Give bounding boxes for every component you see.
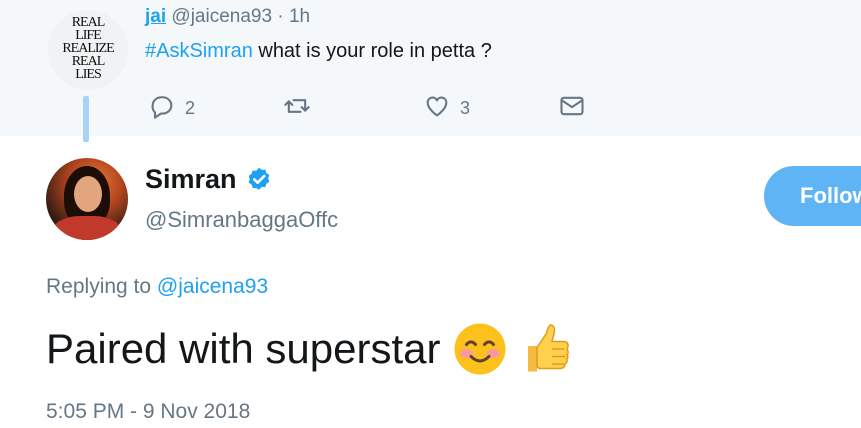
like-count: 3 xyxy=(460,97,471,118)
parent-avatar[interactable]: REAL LIFE REALIZE REAL LIES xyxy=(48,10,128,90)
tweet-timestamp[interactable]: 5:05 PM - 9 Nov 2018 xyxy=(46,400,250,424)
parent-author-handle[interactable]: @jaicena93 xyxy=(171,6,272,27)
thread-connector-line xyxy=(83,96,89,142)
heart-icon xyxy=(426,96,448,117)
header-separator: · xyxy=(277,6,284,27)
parent-tweet[interactable]: REAL LIFE REALIZE REAL LIES jai @jaicena… xyxy=(0,0,861,136)
replying-prefix: Replying to xyxy=(46,275,157,298)
replying-to: Replying to @jaicena93 xyxy=(46,275,268,299)
main-author-name-row: Simran xyxy=(145,164,273,195)
hashtag-link[interactable]: #AskSimran xyxy=(145,40,253,62)
envelope-icon xyxy=(560,96,584,116)
main-tweet-text: Paired with superstar xyxy=(46,322,573,376)
avatar-text-line: REAL xyxy=(71,15,106,30)
follow-button[interactable]: Follow xyxy=(764,166,861,226)
thumbs-up-emoji xyxy=(527,324,569,372)
main-tweet-body: Paired with superstar xyxy=(46,325,441,372)
avatar-face xyxy=(74,176,102,212)
main-author-name[interactable]: Simran xyxy=(145,164,237,195)
like-button[interactable]: 3 xyxy=(423,92,470,120)
parent-tweet-time[interactable]: 1h xyxy=(289,6,310,27)
direct-message-button[interactable] xyxy=(558,92,586,120)
verified-badge-icon xyxy=(248,167,269,190)
reply-icon xyxy=(151,96,173,119)
main-author-avatar[interactable] xyxy=(46,158,128,240)
reply-button[interactable]: 2 xyxy=(148,92,195,120)
parent-author-name[interactable]: jai xyxy=(145,6,166,27)
avatar-dress xyxy=(52,216,122,240)
parent-tweet-header: jai @jaicena93 · 1h xyxy=(145,6,310,28)
avatar-text-line: LIES xyxy=(75,67,102,82)
reply-count: 2 xyxy=(185,97,196,118)
parent-tweet-body: what is your role in petta ? xyxy=(252,40,492,62)
replying-mention-link[interactable]: @jaicena93 xyxy=(157,275,268,298)
retweet-button[interactable] xyxy=(283,92,311,120)
main-author-handle[interactable]: @SimranbaggaOffc xyxy=(145,207,338,233)
parent-tweet-text: #AskSimran what is your role in petta ? xyxy=(145,40,492,63)
retweet-icon xyxy=(284,99,310,113)
smiling-face-emoji xyxy=(454,323,506,375)
